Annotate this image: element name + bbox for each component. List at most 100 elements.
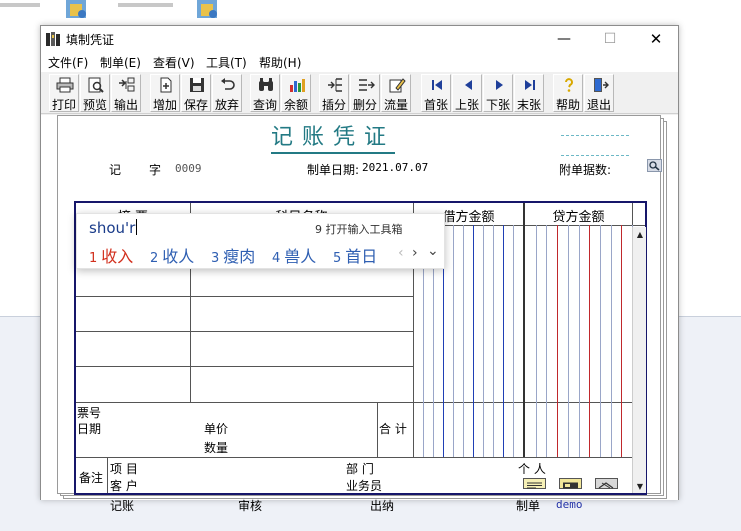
voucher-title: 记账凭证 xyxy=(271,119,396,154)
amount-digit-line xyxy=(493,225,494,457)
account-cell-row-4[interactable] xyxy=(191,332,413,366)
ime-expand-icon[interactable]: ⌄ xyxy=(427,243,439,259)
menu-help[interactable]: 帮助(H) xyxy=(259,54,301,71)
ticket-number-label: 票号 xyxy=(77,406,102,420)
help-button[interactable]: 帮助 xyxy=(553,74,583,112)
insert-row-button[interactable]: 插分 xyxy=(319,74,349,112)
next-button[interactable]: 下张 xyxy=(483,74,513,112)
ime-candidate-4[interactable]: 4 兽人 xyxy=(272,243,316,267)
maximize-button[interactable]: ☐ xyxy=(587,26,633,52)
export-button[interactable]: 输出 xyxy=(111,74,141,112)
flow-arrow xyxy=(118,3,173,7)
remark-tools-icon[interactable] xyxy=(595,478,618,489)
bar-chart-icon xyxy=(290,79,305,92)
voucher-type-suffix: 字 xyxy=(149,163,162,177)
close-button[interactable]: ✕ xyxy=(633,26,679,52)
query-button[interactable]: 查询 xyxy=(250,74,280,112)
ime-candidate-text: 首日 xyxy=(345,247,378,266)
voucher-date[interactable]: 2021.07.07 xyxy=(362,161,428,174)
ime-toolbox-hint[interactable]: 9 打开输入工具箱 xyxy=(315,221,403,237)
amount-digit-line xyxy=(557,225,559,457)
scroll-up-arrow[interactable]: ▲ xyxy=(633,227,647,241)
unit-price-label: 单价 xyxy=(204,422,229,436)
amount-digit-line xyxy=(535,225,537,457)
total-label: 合 计 xyxy=(379,422,407,436)
save-button[interactable]: 保存 xyxy=(181,74,211,112)
discard-button[interactable]: 放弃 xyxy=(212,74,242,112)
query-label: 查询 xyxy=(252,98,277,112)
remark-detail-icon[interactable] xyxy=(523,478,546,489)
scroll-down-arrow[interactable]: ▼ xyxy=(633,479,647,493)
ime-candidate-3[interactable]: 3 瘦肉 xyxy=(211,243,255,267)
customer-label: 客 户 xyxy=(110,479,138,493)
delete-row-icon xyxy=(359,79,375,91)
menu-view[interactable]: 查看(V) xyxy=(153,54,195,71)
amount-digit-line xyxy=(599,225,601,457)
ime-candidate-2[interactable]: 2 收人 xyxy=(150,243,194,267)
cashflow-button[interactable]: 流量 xyxy=(381,74,411,112)
review-label: 审核 xyxy=(238,499,263,513)
title-bar[interactable]: 填制凭证 — ☐ ✕ xyxy=(41,26,678,52)
first-button[interactable]: 首张 xyxy=(421,74,451,112)
ime-candidate-number: 2 xyxy=(150,251,159,266)
remark-card-icon[interactable] xyxy=(559,478,582,489)
next-record-icon xyxy=(496,80,503,90)
desktop-flow-icon[interactable] xyxy=(62,0,92,22)
attachment-search-icon[interactable] xyxy=(647,159,662,172)
prev-record-icon xyxy=(465,80,472,90)
last-button[interactable]: 末张 xyxy=(514,74,544,112)
ime-candidate-window[interactable]: shou'r 9 打开输入工具箱 1 收入 2 收人 3 瘦肉 4 兽人 5 首日 ‹ ›… xyxy=(76,213,445,269)
grid-line xyxy=(377,402,378,457)
exit-door-icon xyxy=(594,78,609,92)
preview-button[interactable]: 预览 xyxy=(80,74,110,112)
save-disk-icon xyxy=(190,78,204,92)
export-label: 输出 xyxy=(113,98,138,112)
delete-row-button[interactable]: 删分 xyxy=(350,74,380,112)
amount-digit-line xyxy=(483,225,484,457)
amount-digit-line xyxy=(621,225,623,457)
ime-next-page-icon[interactable]: › xyxy=(412,245,418,261)
add-button[interactable]: 增加 xyxy=(150,74,180,112)
prev-button[interactable]: 上张 xyxy=(452,74,482,112)
ime-prev-page-icon[interactable]: ‹ xyxy=(398,245,404,261)
summary-cell-row-4[interactable] xyxy=(77,332,190,366)
amount-digit-line xyxy=(453,225,454,457)
quantity-label: 数量 xyxy=(204,441,229,455)
balance-label: 余额 xyxy=(283,98,308,112)
menu-tools[interactable]: 工具(T) xyxy=(206,54,247,71)
toolbar: 打印 预览 输出 增加 保存 放弃 查询 余额 插分 删分 流量 首张 上张 下… xyxy=(41,72,678,114)
ime-candidate-text: 兽人 xyxy=(284,247,317,266)
account-cell-row-5[interactable] xyxy=(191,367,413,402)
voucher-app-icon xyxy=(46,32,60,46)
account-cell-row-3[interactable] xyxy=(191,297,413,331)
first-record-icon xyxy=(432,80,442,90)
balance-button[interactable]: 余额 xyxy=(281,74,311,112)
menu-bar: 文件(F) 制单(E) 查看(V) 工具(T) 帮助(H) xyxy=(41,52,678,72)
ime-composition-text: shou'r xyxy=(89,219,136,237)
summary-cell-row-3[interactable] xyxy=(77,297,190,331)
ime-candidate-1[interactable]: 1 收入 xyxy=(89,243,133,267)
last-label: 末张 xyxy=(516,98,541,112)
summary-cell-row-5[interactable] xyxy=(77,367,190,402)
undo-icon xyxy=(221,78,235,90)
pencil-note-icon xyxy=(389,78,406,93)
minimize-button[interactable]: — xyxy=(541,26,587,52)
menu-file[interactable]: 文件(F) xyxy=(48,54,88,71)
cashflow-label: 流量 xyxy=(383,98,408,112)
ime-candidate-number: 3 xyxy=(211,251,220,266)
maker-label: 制单 xyxy=(516,499,541,513)
ime-candidate-text: 收人 xyxy=(162,247,195,266)
ticket-date-label: 日期 xyxy=(77,422,102,436)
amount-digit-line xyxy=(473,225,474,457)
print-button[interactable]: 打印 xyxy=(49,74,79,112)
new-document-icon xyxy=(160,77,172,93)
amount-digit-line xyxy=(546,225,548,457)
preview-icon xyxy=(88,77,104,93)
ime-candidate-5[interactable]: 5 首日 xyxy=(333,243,377,267)
grid-scrollbar[interactable]: ▲ ▼ xyxy=(632,227,646,493)
menu-voucher[interactable]: 制单(E) xyxy=(100,54,141,71)
desktop-flow-icon[interactable] xyxy=(193,0,223,22)
exit-button[interactable]: 退出 xyxy=(584,74,614,112)
voucher-type-prefix[interactable]: 记 xyxy=(109,161,121,178)
help-icon xyxy=(565,78,573,92)
